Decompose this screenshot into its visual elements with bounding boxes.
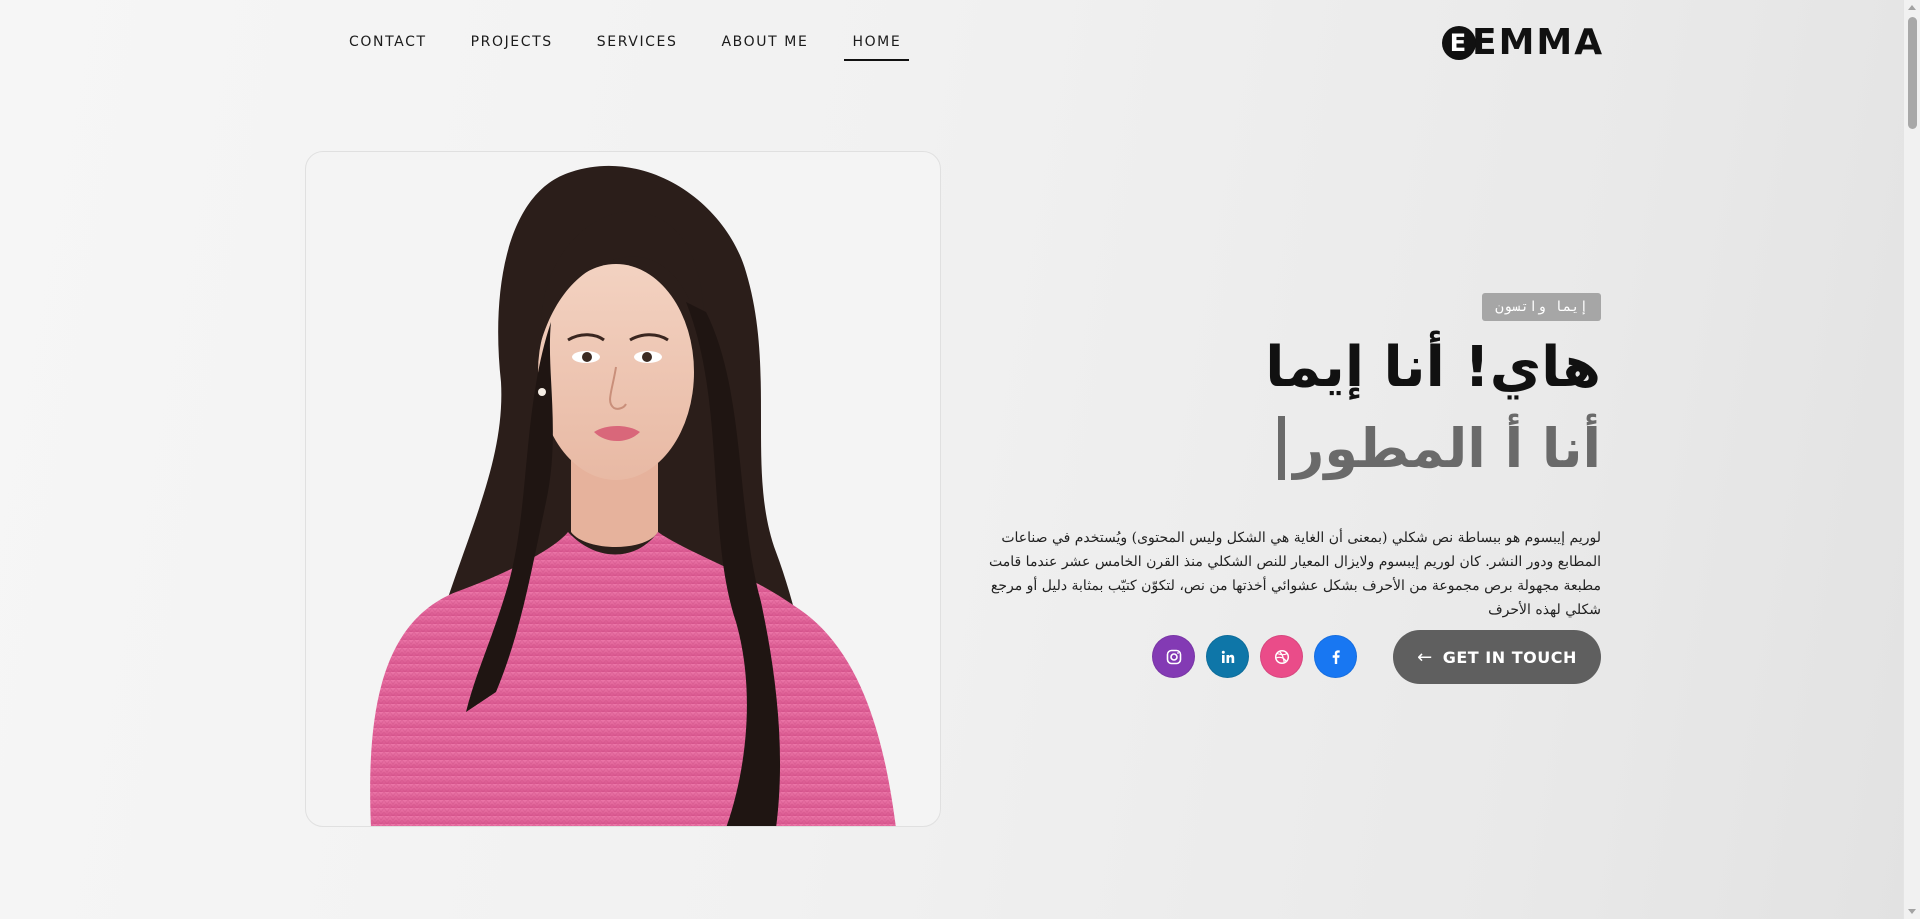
get-in-touch-label: GET IN TOUCH (1442, 647, 1577, 667)
logo-mark: E (1442, 25, 1476, 60)
instagram-icon[interactable] (1152, 635, 1195, 678)
portrait-card (305, 151, 941, 827)
nav-about-me[interactable]: ABOUT ME (722, 30, 809, 61)
dribbble-icon[interactable] (1260, 635, 1303, 678)
hero-role-text: أنا أ المطور (1293, 416, 1601, 480)
linkedin-icon[interactable] (1206, 635, 1249, 678)
hero-title: هاي! أنا إيما (1265, 335, 1601, 400)
social-links (1152, 635, 1357, 678)
typing-cursor (1278, 416, 1286, 480)
nav-contact[interactable]: CONTACT (349, 30, 427, 61)
facebook-icon[interactable] (1314, 635, 1357, 678)
scroll-down-icon[interactable] (1908, 909, 1916, 914)
logo-text: EMMA (1472, 22, 1605, 63)
nav-projects[interactable]: PROJECTS (471, 30, 553, 61)
nav-home[interactable]: HOME (844, 30, 910, 61)
main-nav: CONTACT PROJECTS SERVICES ABOUT ME HOME (349, 30, 945, 61)
name-tag: إيما واتسون (1482, 293, 1601, 321)
nav-services[interactable]: SERVICES (597, 30, 678, 61)
page-scrollbar[interactable] (1903, 0, 1920, 919)
hero-role: أنا أ المطور (1278, 416, 1601, 480)
arrow-left-icon: ← (1417, 646, 1433, 668)
brand-logo[interactable]: E EMMA (1442, 22, 1604, 63)
scroll-up-icon[interactable] (1908, 5, 1916, 10)
scrollbar-thumb[interactable] (1908, 17, 1917, 129)
hero-description: لوريم إيبسوم هو ببساطة نص شكلي (بمعنى أن… (989, 530, 1601, 618)
portrait-image (370, 165, 896, 826)
get-in-touch-button[interactable]: ← GET IN TOUCH (1393, 630, 1601, 684)
